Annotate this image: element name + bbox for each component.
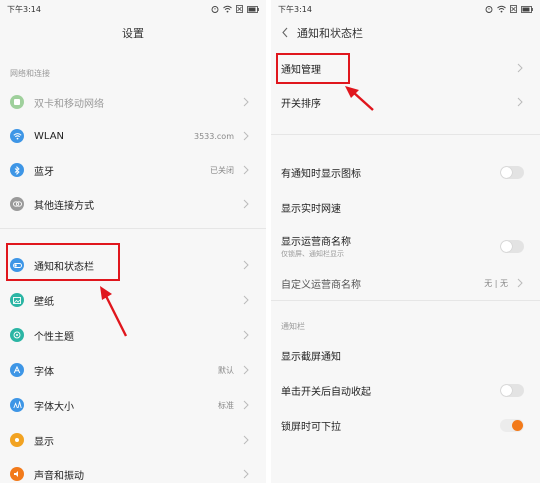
settings-item-dual-sim[interactable]: 双卡和移动网络 xyxy=(0,85,266,119)
settings-item-label: 自定义运营商名称 xyxy=(281,279,361,291)
chevron-right-icon xyxy=(517,278,523,288)
alarm-icon xyxy=(485,6,493,13)
display-icon xyxy=(10,433,24,447)
settings-item-label: 字体大小 xyxy=(34,401,74,413)
wifi-status-icon xyxy=(223,5,232,13)
page-title: 设置 xyxy=(122,27,144,40)
toggle-switch[interactable] xyxy=(500,383,524,397)
chevron-right-icon xyxy=(243,330,249,340)
settings-item-label: 开关排序 xyxy=(281,98,321,110)
chevron-right-icon xyxy=(243,365,249,375)
chevron-right-icon xyxy=(243,97,249,107)
settings-item-label: 个性主题 xyxy=(34,331,74,343)
settings-item-custom-carrier-name[interactable]: 自定义运营商名称 无 | 无 xyxy=(271,268,540,298)
chevron-right-icon xyxy=(517,63,523,73)
page-title-bar: 通知和状态栏 xyxy=(271,18,540,48)
status-time: 下午3:14 xyxy=(278,4,312,14)
settings-item-value: 已关闭 xyxy=(210,165,234,175)
toggle-switch-on[interactable] xyxy=(500,418,524,432)
battery-icon xyxy=(247,5,259,13)
settings-item-sound[interactable]: 声音和振动 xyxy=(0,457,266,483)
chevron-right-icon xyxy=(243,400,249,410)
annotation-arrow-icon xyxy=(100,286,128,337)
settings-item-show-carrier-name[interactable]: 显示运营商名称 仅锁屏、通知栏显示 xyxy=(271,228,540,264)
divider xyxy=(271,300,540,301)
settings-item-label: 壁纸 xyxy=(34,296,54,308)
settings-item-value: 标准 xyxy=(218,400,234,410)
settings-item-label: 显示运营商名称 xyxy=(281,237,351,248)
chevron-right-icon xyxy=(243,435,249,445)
section-label-network: 网络和连接 xyxy=(10,69,50,78)
status-time: 下午3:14 xyxy=(7,4,41,14)
settings-item-label: 单击开关后自动收起 xyxy=(281,386,371,398)
settings-item-auto-collapse[interactable]: 单击开关后自动收起 xyxy=(271,373,540,407)
settings-item-value: 无 | 无 xyxy=(484,278,508,288)
wifi-status-icon xyxy=(497,5,506,13)
divider xyxy=(0,228,266,229)
settings-item-label: 双卡和移动网络 xyxy=(34,98,104,110)
link-icon xyxy=(10,197,24,211)
settings-item-value: 默认 xyxy=(218,365,234,375)
settings-item-other-connections[interactable]: 其他连接方式 xyxy=(0,187,266,221)
settings-item-label: 显示 xyxy=(34,436,54,448)
battery-icon xyxy=(521,5,533,13)
sim-status-icon xyxy=(236,5,243,13)
settings-item-show-notification-icon[interactable]: 有通知时显示图标 xyxy=(271,155,540,189)
wallpaper-icon xyxy=(10,293,24,307)
status-bar: 下午3:14 xyxy=(271,0,540,18)
settings-item-font[interactable]: 字体 默认 xyxy=(0,353,266,387)
settings-item-font-size[interactable]: 字体大小 标准 xyxy=(0,388,266,422)
sound-icon xyxy=(10,467,24,481)
settings-item-value: 3533.com xyxy=(194,131,234,141)
settings-item-wallpaper[interactable]: 壁纸 xyxy=(0,283,266,317)
settings-item-bluetooth[interactable]: 蓝牙 已关闭 xyxy=(0,153,266,187)
settings-item-display[interactable]: 显示 xyxy=(0,423,266,457)
font-icon xyxy=(10,363,24,377)
settings-screen: 下午3:14 设置 网络和连接 双卡和移动网络 WLAN 3533.com 蓝牙… xyxy=(0,0,266,483)
bluetooth-icon xyxy=(10,163,24,177)
chevron-right-icon xyxy=(243,199,249,209)
font-size-icon xyxy=(10,398,24,412)
settings-item-themes[interactable]: 个性主题 xyxy=(0,318,266,352)
section-label-notify: 通知栏 xyxy=(281,322,305,331)
settings-item-subtitle: 仅锁屏、通知栏显示 xyxy=(281,250,344,258)
highlight-box xyxy=(276,53,350,84)
settings-item-label: 声音和振动 xyxy=(34,470,84,482)
theme-icon xyxy=(10,328,24,342)
chevron-right-icon xyxy=(243,165,249,175)
sim-card-icon xyxy=(10,95,24,109)
settings-item-label: 其他连接方式 xyxy=(34,200,94,212)
settings-item-label: WLAN xyxy=(34,130,65,142)
toggle-switch[interactable] xyxy=(500,239,524,253)
settings-item-label: 字体 xyxy=(34,366,54,378)
status-bar: 下午3:14 xyxy=(0,0,266,18)
chevron-right-icon xyxy=(517,97,523,107)
wifi-icon xyxy=(10,129,24,143)
chevron-right-icon xyxy=(243,295,249,305)
divider xyxy=(271,134,540,135)
highlight-box xyxy=(6,243,120,281)
settings-item-label: 有通知时显示图标 xyxy=(281,168,361,180)
settings-item-pull-down-on-lockscreen[interactable]: 锁屏时可下拉 xyxy=(271,408,540,442)
settings-item-label: 锁屏时可下拉 xyxy=(281,421,341,433)
sim-status-icon xyxy=(510,5,517,13)
toggle-switch[interactable] xyxy=(500,165,524,179)
back-arrow-icon[interactable] xyxy=(281,27,289,38)
chevron-right-icon xyxy=(243,131,249,141)
chevron-right-icon xyxy=(243,260,249,270)
page-title: 通知和状态栏 xyxy=(297,27,363,40)
settings-item-wlan[interactable]: WLAN 3533.com xyxy=(0,119,266,153)
settings-item-label: 显示截屏通知 xyxy=(281,351,341,363)
settings-item-label: 蓝牙 xyxy=(34,166,54,178)
chevron-right-icon xyxy=(243,469,249,479)
alarm-icon xyxy=(211,6,219,13)
settings-item-show-network-speed[interactable]: 显示实时网速 xyxy=(271,190,540,224)
settings-item-toggle-order[interactable]: 开关排序 xyxy=(271,85,540,119)
settings-item-show-screenshot-notification[interactable]: 显示截屏通知 xyxy=(271,338,540,372)
settings-item-label: 显示实时网速 xyxy=(281,203,341,215)
notifications-screen: 下午3:14 通知和状态栏 通知管理 开关排序 有通知时显示图标 显示实时网速 … xyxy=(271,0,540,483)
annotation-arrow-icon xyxy=(345,86,374,111)
